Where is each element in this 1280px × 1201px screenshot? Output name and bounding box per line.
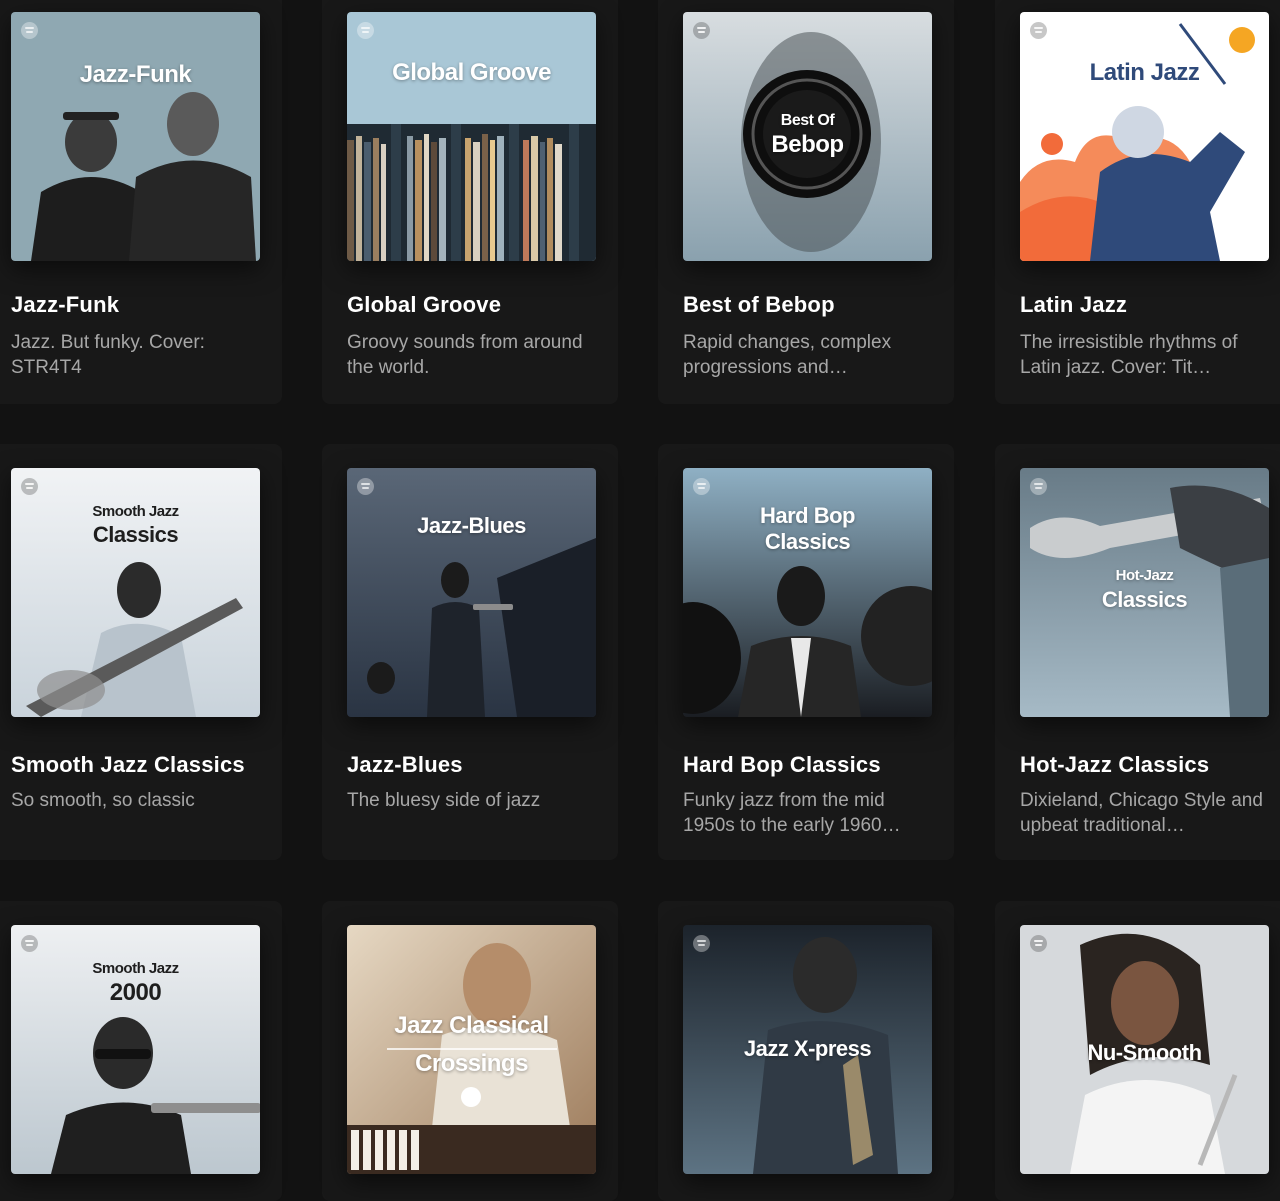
playlist-cover[interactable]: Smooth Jazz Classics bbox=[11, 468, 260, 717]
cover-art bbox=[1020, 12, 1269, 261]
cover-title: Hard Bop bbox=[760, 503, 856, 528]
playlist-cover[interactable]: Jazz-Funk bbox=[11, 12, 260, 261]
cover-title: Classics bbox=[1101, 587, 1188, 612]
cover-subtitle: Best Of bbox=[780, 112, 835, 129]
cover-title: Latin Jazz bbox=[1089, 59, 1200, 86]
cover-subtitle: Smooth Jazz bbox=[92, 960, 179, 977]
playlist-cover[interactable]: Best Of Bebop bbox=[683, 12, 932, 261]
spotify-logo-icon bbox=[693, 22, 710, 39]
playlist-description: So smooth, so classic bbox=[11, 790, 195, 811]
cover-art bbox=[347, 12, 596, 261]
playlist-card-best-of-bebop[interactable]: Best Of Bebop Best of Bebop Rapid change… bbox=[658, 0, 954, 404]
cover-title: Classics bbox=[92, 522, 179, 547]
cover-title: Jazz-Blues bbox=[417, 513, 526, 538]
spotify-logo-icon bbox=[1030, 935, 1047, 952]
playlist-title[interactable]: Jazz-Blues bbox=[347, 752, 608, 778]
playlist-card-hot-jazz-classics[interactable]: Hot-Jazz Classics Hot-Jazz Classics Dixi… bbox=[995, 444, 1280, 860]
cover-title: Bebop bbox=[771, 131, 844, 158]
cover-title: Global Groove bbox=[392, 59, 551, 86]
playlist-title[interactable]: Hard Bop Classics bbox=[683, 752, 944, 778]
cover-art bbox=[347, 468, 596, 717]
playlist-cover[interactable]: Jazz Classical Crossings bbox=[347, 925, 596, 1174]
playlist-cover[interactable]: Global Groove bbox=[347, 12, 596, 261]
playlist-description: The irresistible rhythms of Latin jazz. … bbox=[1020, 332, 1238, 378]
cover-subtitle: Classics bbox=[764, 529, 851, 554]
cover-title: Nu-Smooth bbox=[1087, 1040, 1202, 1065]
playlist-description: The bluesy side of jazz bbox=[347, 790, 541, 811]
spotify-logo-icon bbox=[21, 478, 38, 495]
playlist-card-jazz-blues[interactable]: Jazz-Blues Jazz-Blues The bluesy side of… bbox=[322, 444, 618, 860]
playlist-card-jazz-funk[interactable]: Jazz-Funk Jazz-Funk Jazz. But funky. Cov… bbox=[0, 0, 282, 404]
cover-title: 2000 bbox=[109, 979, 162, 1006]
playlist-card-global-groove[interactable]: Global Groove Global Groove Groovy sound… bbox=[322, 0, 618, 404]
spotify-logo-icon bbox=[1030, 22, 1047, 39]
playlist-cover[interactable]: Latin Jazz bbox=[1020, 12, 1269, 261]
playlist-cover[interactable]: Jazz-Blues bbox=[347, 468, 596, 717]
playlist-title[interactable]: Latin Jazz bbox=[1020, 292, 1280, 318]
playlist-card-jazz-x-press[interactable]: Jazz X-press bbox=[658, 901, 954, 1201]
cover-subtitle: Crossings bbox=[415, 1050, 528, 1077]
playlist-cover[interactable]: Smooth Jazz 2000 bbox=[11, 925, 260, 1174]
playlist-cover[interactable]: Jazz X-press bbox=[683, 925, 932, 1174]
playlist-cover[interactable]: Hot-Jazz Classics bbox=[1020, 468, 1269, 717]
playlist-card-smooth-jazz-2000[interactable]: Smooth Jazz 2000 bbox=[0, 901, 282, 1201]
playlist-description: Jazz. But funky. Cover: STR4T4 bbox=[11, 332, 205, 378]
cover-title: Jazz Classical bbox=[394, 1012, 549, 1039]
spotify-logo-icon bbox=[693, 935, 710, 952]
cover-subtitle: Hot-Jazz bbox=[1115, 567, 1174, 584]
spotify-logo-icon bbox=[357, 478, 374, 495]
playlist-title[interactable]: Hot-Jazz Classics bbox=[1020, 752, 1280, 778]
cover-title: Jazz X-press bbox=[743, 1036, 872, 1061]
playlist-title[interactable]: Smooth Jazz Classics bbox=[11, 752, 272, 778]
playlist-title[interactable]: Best of Bebop bbox=[683, 292, 944, 318]
spotify-logo-icon bbox=[693, 478, 710, 495]
spotify-logo-icon bbox=[21, 935, 38, 952]
cover-title: Jazz-Funk bbox=[79, 61, 192, 88]
spotify-logo-icon bbox=[357, 22, 374, 39]
playlist-description: Dixieland, Chicago Style and upbeat trad… bbox=[1020, 790, 1263, 836]
cover-art bbox=[11, 12, 260, 261]
playlist-card-smooth-jazz-classics[interactable]: Smooth Jazz Classics Smooth Jazz Classic… bbox=[0, 444, 282, 860]
playlist-card-hard-bop-classics[interactable]: Hard Bop Classics Hard Bop Classics Funk… bbox=[658, 444, 954, 860]
playlist-cover[interactable]: Nu-Smooth bbox=[1020, 925, 1269, 1174]
playlist-description: Groovy sounds from around the world. bbox=[347, 332, 583, 378]
playlist-title[interactable]: Global Groove bbox=[347, 292, 608, 318]
playlist-card-nu-smooth[interactable]: Nu-Smooth bbox=[995, 901, 1280, 1201]
playlist-description: Funky jazz from the mid 1950s to the ear… bbox=[683, 790, 901, 836]
playlist-title[interactable]: Jazz-Funk bbox=[11, 292, 272, 318]
playlist-description: Rapid changes, complex progressions and… bbox=[683, 332, 892, 378]
spotify-logo-icon bbox=[1030, 478, 1047, 495]
cover-subtitle: Smooth Jazz bbox=[92, 503, 179, 520]
playlist-card-jazz-classical-crossings[interactable]: Jazz Classical Crossings bbox=[322, 901, 618, 1201]
spotify-logo-icon bbox=[21, 22, 38, 39]
playlist-cover[interactable]: Hard Bop Classics bbox=[683, 468, 932, 717]
playlist-card-latin-jazz[interactable]: Latin Jazz Latin Jazz The irresistible r… bbox=[995, 0, 1280, 404]
